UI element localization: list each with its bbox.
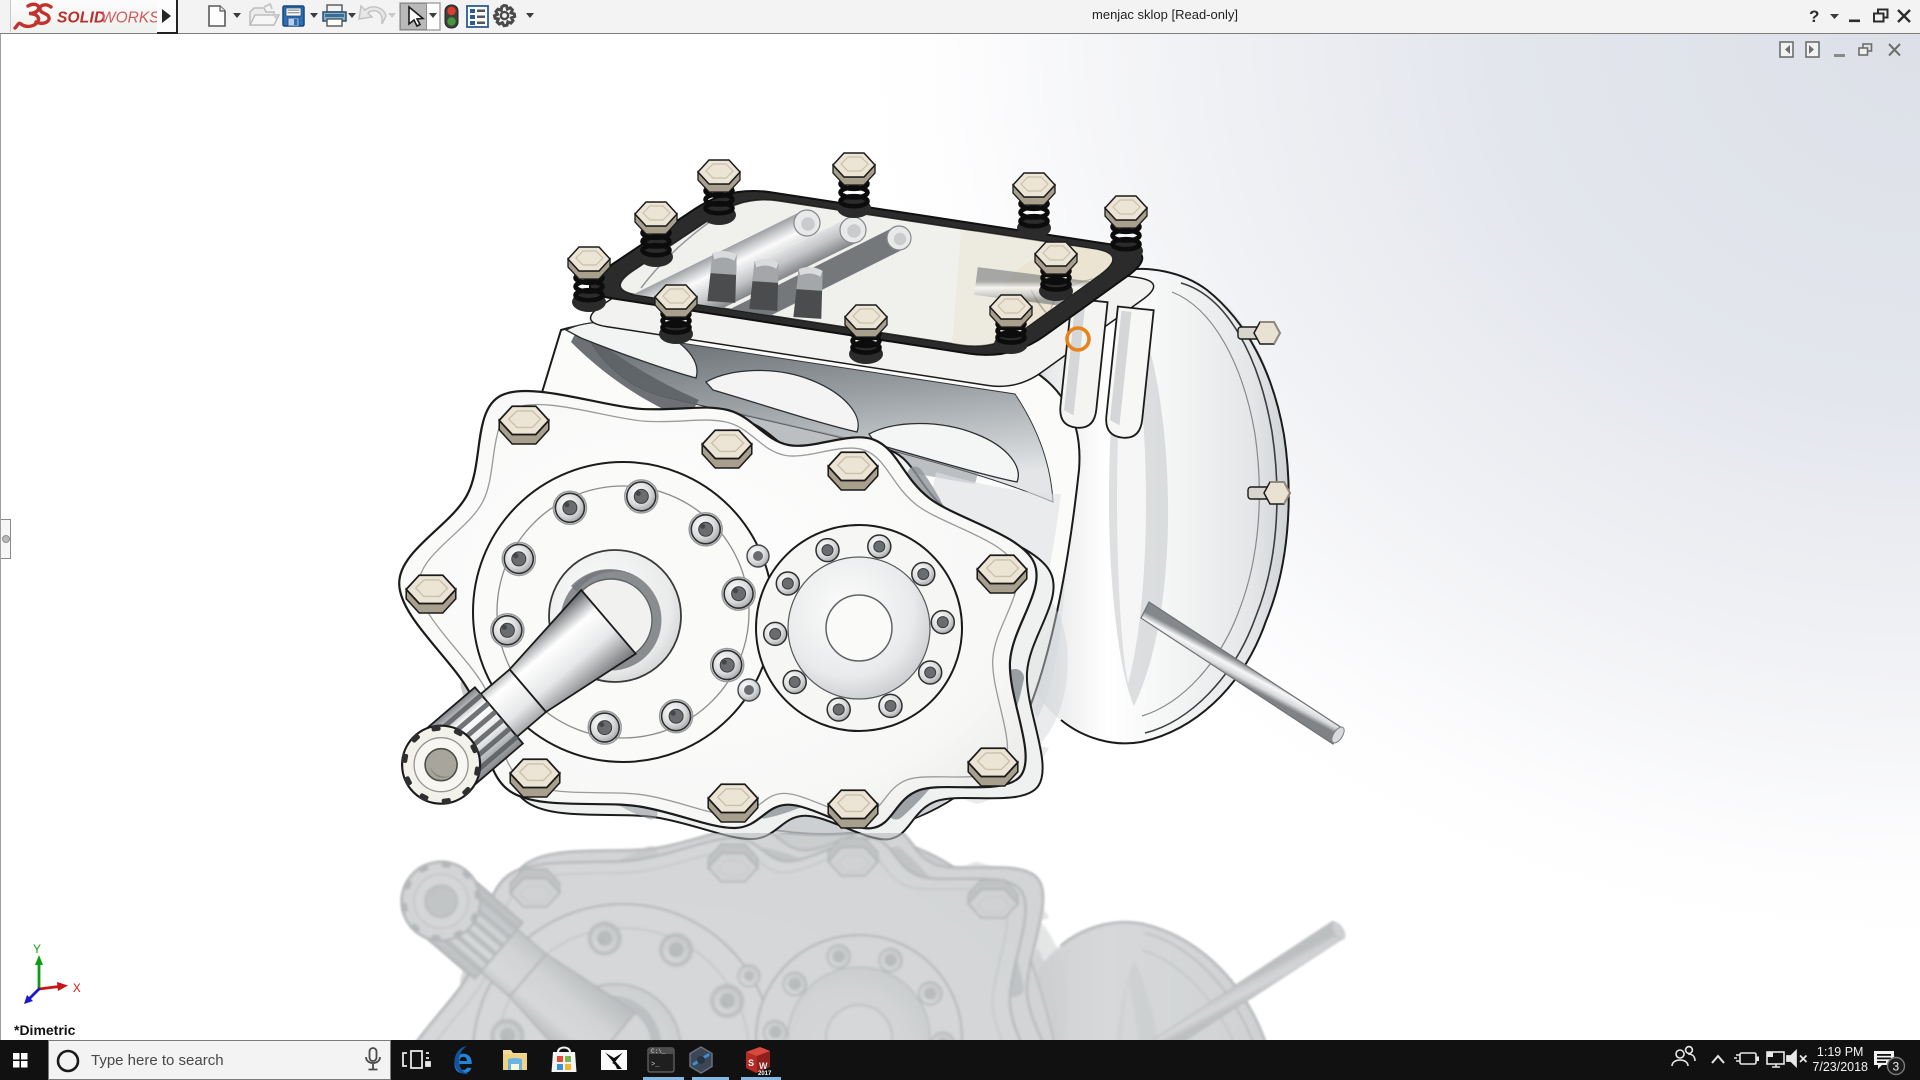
svg-text:3: 3 bbox=[1893, 1060, 1900, 1074]
svg-text:Y: Y bbox=[33, 942, 41, 956]
svg-text:?: ? bbox=[1809, 7, 1819, 26]
svg-text:SOLID: SOLID bbox=[57, 10, 105, 27]
svg-text:>_: >_ bbox=[651, 1061, 660, 1069]
svg-text:X: X bbox=[73, 983, 81, 995]
svg-text:2017: 2017 bbox=[758, 1071, 772, 1077]
svg-text:W: W bbox=[759, 1061, 768, 1071]
svg-text:C:\_: C:\_ bbox=[651, 1048, 666, 1055]
svg-text:WORKS: WORKS bbox=[101, 10, 157, 27]
svg-text:S: S bbox=[748, 1058, 754, 1068]
